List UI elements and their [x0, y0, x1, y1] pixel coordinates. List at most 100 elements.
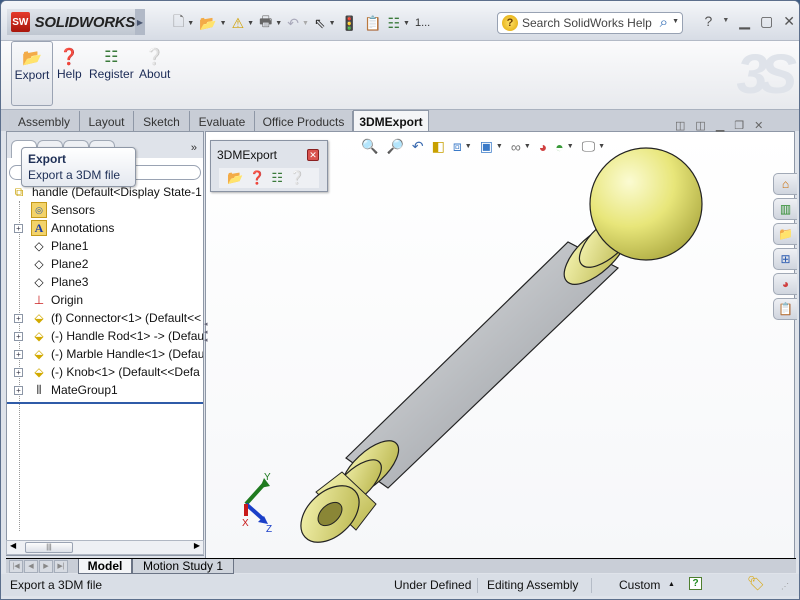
export-folder-icon: 📂 [22, 50, 42, 67]
file-explorer-tab[interactable]: 📁 [773, 223, 797, 245]
solidworks-resources-tab[interactable]: ⌂ [773, 173, 797, 195]
select-dropdown[interactable]: ▼ [329, 20, 336, 27]
tree-item-plane3[interactable]: ◇ Plane3 [7, 273, 203, 291]
graphics-area[interactable]: 3DMExport ✕ 📂 ❓ ☷ ❔ 🔍 🔎 ↶ ◧ ⧈ ▼ ▣ ▼ ∞ ▼ ◕ ◓… [205, 131, 795, 559]
library-books-icon: ▥ [779, 202, 792, 216]
tree-item-marble-handle[interactable]: + ⬙ (-) Marble Handle<1> (Defau [7, 345, 203, 363]
tab-motion-study-1[interactable]: Motion Study 1 [132, 559, 234, 574]
search-dropdown[interactable]: ▼ [672, 18, 679, 25]
undo-dropdown[interactable]: ▼ [302, 20, 309, 27]
more-tabs-button[interactable]: » [191, 142, 197, 154]
tab-office-products[interactable]: Office Products [255, 111, 353, 132]
options-icon[interactable]: ☷ [387, 15, 400, 32]
expand-icon[interactable]: + [14, 385, 23, 395]
viewport-close-button[interactable]: ✕ [754, 119, 763, 132]
tree-item-annotations[interactable]: + A Annotations [7, 219, 203, 237]
search-help-input[interactable]: ? Search SolidWorks Help ⌕ ▼ [497, 12, 683, 34]
design-library-tab[interactable]: ▥ [773, 198, 797, 220]
units-selector[interactable]: Custom [619, 578, 660, 592]
expand-icon[interactable]: + [14, 331, 23, 341]
expand-icon[interactable]: + [14, 367, 23, 377]
menu-expand-arrow[interactable]: ▶ [135, 9, 145, 35]
tab-layout[interactable]: Layout [80, 111, 134, 132]
tag-icon[interactable]: 🏷 [747, 575, 765, 592]
options-dropdown[interactable]: ▼ [403, 20, 410, 27]
print-dropdown[interactable]: ▼ [275, 20, 282, 27]
search-icon[interactable]: ⌕ [660, 14, 668, 31]
quick-tips-help-icon[interactable]: ? [689, 577, 702, 590]
home-icon: ⌂ [781, 177, 790, 191]
expand-icon[interactable]: + [14, 223, 23, 233]
knob-part [589, 147, 703, 261]
last-tab-icon[interactable]: ▶| [54, 560, 68, 573]
panel-splitter-handle[interactable]: ◂ ◂ ◂ [204, 321, 210, 347]
expand-icon[interactable]: + [14, 349, 23, 359]
tree-item-plane2[interactable]: ◇ Plane2 [7, 255, 203, 273]
scroll-thumb[interactable]: ||| [25, 542, 73, 553]
view-palette-tab[interactable]: ⊞ [773, 248, 797, 270]
help-button[interactable]: ❓ Help [57, 49, 82, 81]
print-icon[interactable]: 🖶 [259, 11, 272, 35]
export-button[interactable]: 📂 Export [11, 41, 53, 106]
first-tab-icon[interactable]: |◀ [9, 560, 23, 573]
viewport-minimize-button[interactable]: ▁ [716, 119, 724, 132]
register-label: Register [89, 67, 134, 81]
brand-name: SOLIDWORKS [34, 13, 136, 31]
new-document-icon[interactable]: 🗋 [173, 11, 184, 35]
prev-tab-icon[interactable]: ◀ [24, 560, 38, 573]
file-properties-icon[interactable]: 📋 [364, 15, 381, 32]
undo-icon[interactable]: ↶ [287, 15, 299, 32]
tab-sketch[interactable]: Sketch [134, 111, 190, 132]
about-label: About [139, 67, 171, 81]
scroll-left-icon[interactable]: ◀ [10, 541, 16, 550]
restore-button[interactable]: ▢ [760, 13, 773, 30]
minimize-button[interactable]: ▁ [739, 13, 750, 30]
annotations-icon: A [31, 220, 47, 236]
rebuild-icon[interactable]: 🚦 [341, 15, 358, 32]
tile-left-icon[interactable]: ◫ [675, 119, 685, 132]
save-dropdown[interactable]: ▼ [247, 20, 254, 27]
title-bar: SW SOLIDWORKS ▶ 🗋 ▼ 📂 ▼ ⚠ ▼ 🖶 ▼ ↶ ▼ ⇖ ▼ 🚦 📋 ☷ ▼… [1, 1, 799, 41]
tab-assembly[interactable]: Assembly [9, 111, 80, 132]
open-icon[interactable]: 📂 [199, 15, 216, 32]
about-button[interactable]: ❔ About [139, 49, 170, 81]
help-dropdown[interactable]: ▼ [722, 17, 729, 30]
save-icon[interactable]: ⚠ [232, 15, 245, 32]
tree-item-sensors[interactable]: ◎ Sensors [7, 201, 203, 219]
plane-icon: ◇ [34, 257, 44, 271]
select-icon[interactable]: ⇖ [314, 15, 326, 32]
register-button[interactable]: ☷ Register [89, 49, 134, 81]
tree-item-mategroup[interactable]: + ⫴ MateGroup1 [7, 381, 203, 399]
plane-icon: ◇ [34, 239, 44, 253]
tree-item-origin[interactable]: ⊥ Origin [7, 291, 203, 309]
tree-horizontal-scrollbar[interactable]: ◀ ||| ▶ [6, 540, 204, 555]
resize-grip-icon[interactable]: ⋰ [781, 582, 789, 591]
expand-icon[interactable]: + [14, 313, 23, 323]
open-dropdown[interactable]: ▼ [220, 20, 227, 27]
solidworks-logo-icon: SW [11, 12, 30, 32]
scroll-right-icon[interactable]: ▶ [194, 541, 200, 550]
help-icon[interactable]: ? [705, 13, 713, 30]
tree-item-connector[interactable]: + ⬙ (f) Connector<1> (Default<< [7, 309, 203, 327]
triad-z-label: Z [266, 524, 272, 535]
solidworks-menu-button[interactable]: SW SOLIDWORKS [7, 9, 135, 35]
folder-icon: 📁 [778, 227, 793, 241]
next-tab-icon[interactable]: ▶ [39, 560, 53, 573]
custom-properties-icon: 📋 [778, 302, 793, 316]
tile-right-icon[interactable]: ◫ [695, 119, 705, 132]
custom-properties-tab[interactable]: 📋 [773, 298, 797, 320]
new-dropdown[interactable]: ▼ [187, 20, 194, 27]
tab-evaluate[interactable]: Evaluate [190, 111, 255, 132]
tree-item-knob[interactable]: + ⬙ (-) Knob<1> (Default<<Defa [7, 363, 203, 381]
close-button[interactable]: ✕ [783, 13, 795, 30]
tree-item-plane1[interactable]: ◇ Plane1 [7, 237, 203, 255]
appearances-tab[interactable]: ◕ [773, 273, 797, 295]
plane-icon: ◇ [34, 275, 44, 289]
tab-3dmexport[interactable]: 3DMExport [353, 110, 429, 132]
tree-item-handle-rod[interactable]: + ⬙ (-) Handle Rod<1> -> (Defau [7, 327, 203, 345]
viewport-restore-button[interactable]: ❐ [734, 119, 744, 132]
units-arrow-icon[interactable]: ▲ [668, 581, 675, 588]
tab-model[interactable]: Model [78, 559, 132, 574]
coordinate-triad: Y Z X [242, 472, 272, 535]
toolbar-overflow[interactable]: 1... [415, 17, 430, 29]
